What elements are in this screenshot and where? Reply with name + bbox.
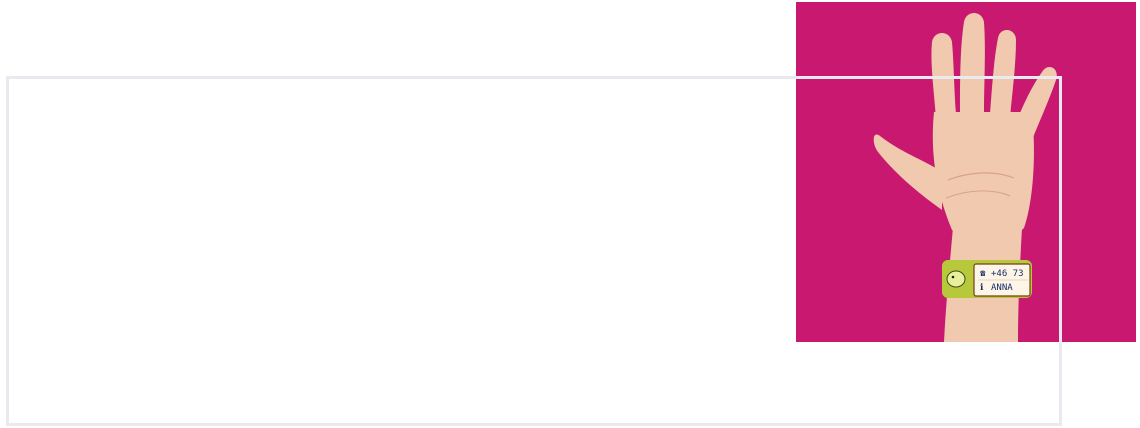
- info-icon: ℹ: [980, 283, 984, 293]
- hand-wristband-photo: ☎ +46 73 ℹ ANNA: [796, 2, 1136, 342]
- phone-text: +46 73: [991, 269, 1024, 279]
- cartoon-creature-icon: [946, 270, 966, 288]
- wristband: ☎ +46 73 ℹ ANNA: [942, 260, 1032, 298]
- name-text: ANNA: [991, 283, 1013, 293]
- phone-icon: ☎: [980, 269, 986, 279]
- hand-illustration: ☎ +46 73 ℹ ANNA: [796, 2, 1136, 342]
